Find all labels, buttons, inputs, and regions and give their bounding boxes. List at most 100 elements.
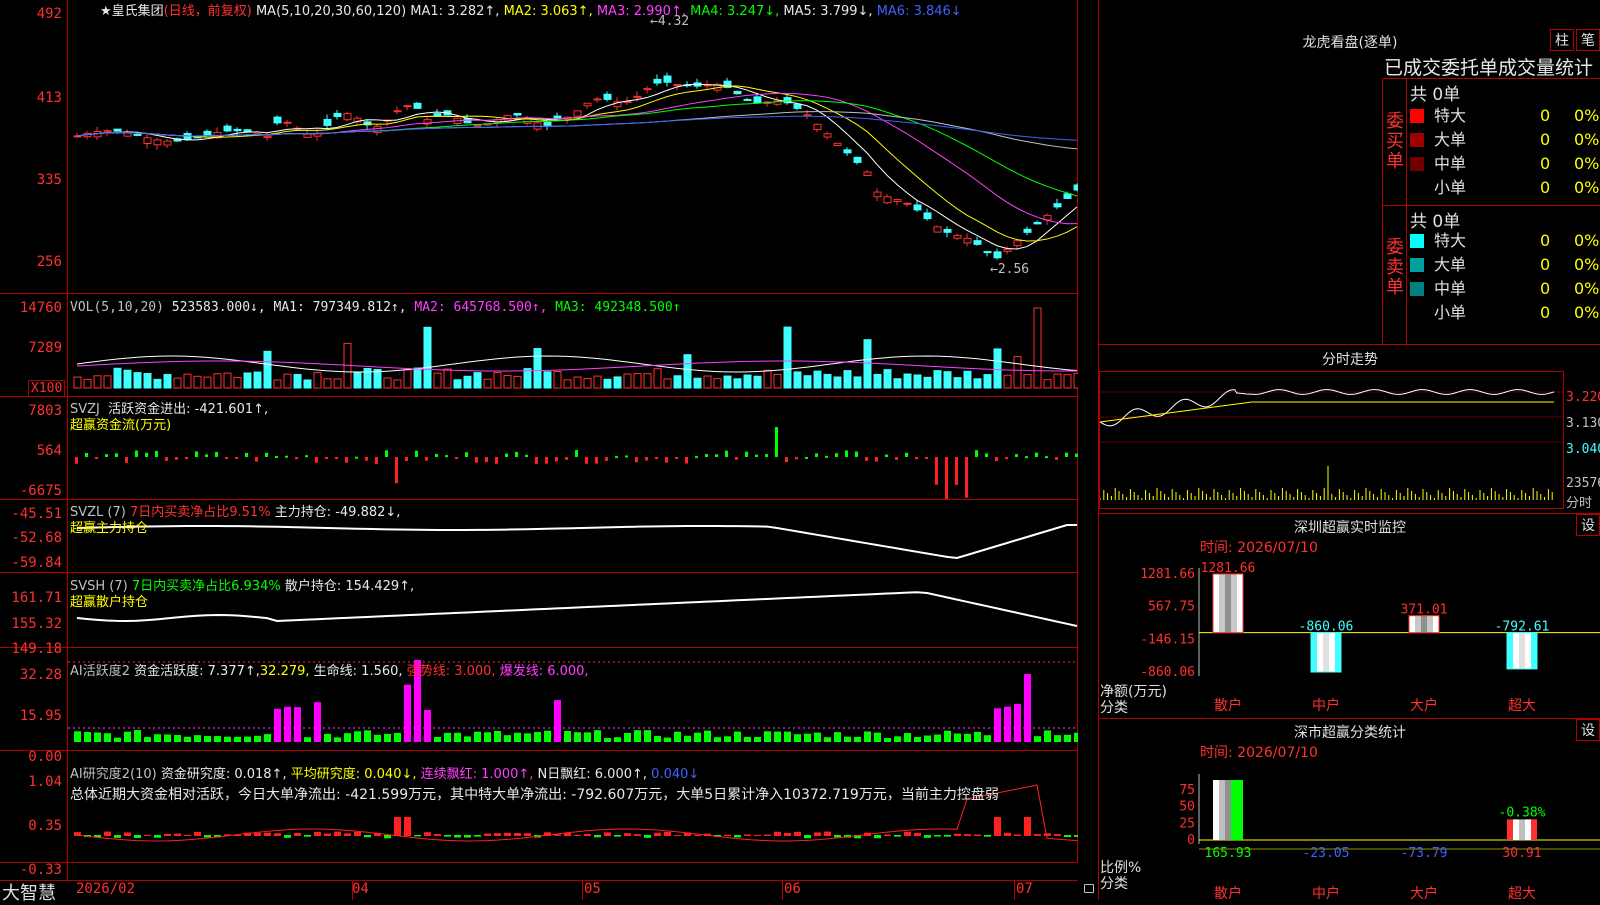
volume-bar xyxy=(273,379,282,389)
date-tick-4 xyxy=(1014,880,1015,900)
svzl-value: 主力持仓: -49.882↓, xyxy=(274,505,401,520)
ai-active-bar xyxy=(784,731,791,742)
svzj-bar xyxy=(385,450,388,457)
monitor-panel-top xyxy=(1099,513,1600,514)
star-icon[interactable]: ★ xyxy=(100,4,112,19)
ai-active-bar xyxy=(1064,734,1071,742)
ai-research-bar xyxy=(804,835,811,839)
candle-body xyxy=(243,129,252,133)
candle-body xyxy=(273,116,282,124)
lock-icon[interactable] xyxy=(1084,884,1094,893)
candle-body xyxy=(593,98,602,101)
candle-body xyxy=(223,125,232,132)
classify-settings-button[interactable]: 设 xyxy=(1576,719,1600,741)
candle-body xyxy=(733,90,742,95)
volume-bar xyxy=(913,374,922,389)
candle-body xyxy=(413,102,422,109)
ai-research-bar xyxy=(474,835,481,837)
bar-stripe xyxy=(1219,574,1225,633)
bar-category-label: 中户 xyxy=(1312,885,1340,900)
volume-bar xyxy=(493,371,502,389)
ai-research-bar xyxy=(124,832,131,836)
svzj-bar xyxy=(1045,456,1048,459)
ai-research-bar xyxy=(1044,833,1051,836)
ai-active-bar xyxy=(94,732,101,742)
bar-stripe xyxy=(1237,574,1243,633)
tick-mode-button[interactable]: 笔 xyxy=(1576,29,1600,51)
ai-research-bar xyxy=(134,835,141,838)
ai-active-bar xyxy=(344,733,351,742)
ai-active-bar xyxy=(324,733,331,742)
app-logo[interactable]: 大智慧 xyxy=(2,879,56,905)
ai-active-bar xyxy=(364,730,371,742)
ai-active-bar xyxy=(694,732,701,742)
volume-bar xyxy=(313,372,322,389)
buy-order-row: 小单 0 0% xyxy=(1408,176,1600,200)
date-axis-bar xyxy=(0,880,1078,901)
period-label[interactable]: (日线，前复权) xyxy=(164,4,252,19)
ai-research-bar xyxy=(1064,835,1071,837)
ai-research-bar xyxy=(604,832,611,836)
kline-chart[interactable] xyxy=(68,0,1078,293)
svzj-bar xyxy=(285,455,288,458)
svzj-bar xyxy=(135,450,138,457)
ai-active-bar xyxy=(764,731,771,742)
volume-bar xyxy=(933,370,942,389)
bar-value-label: -23.05 xyxy=(1303,846,1350,861)
bar-mode-button[interactable]: 柱 xyxy=(1550,29,1574,51)
volume-bar xyxy=(583,378,592,389)
ai-research-bar xyxy=(504,832,511,836)
candle-body xyxy=(473,124,482,127)
ai-active-bar xyxy=(1034,736,1041,742)
candle-body xyxy=(803,114,812,117)
ai-research-d: N日飘红: 6.000↑, xyxy=(537,767,648,782)
svzj-bar xyxy=(675,457,678,459)
buy-order-row: 特大 0 0% xyxy=(1408,104,1600,128)
svzj-bar xyxy=(505,453,508,457)
candle-body xyxy=(1063,193,1072,199)
buy-order-row-count: 0 xyxy=(1540,130,1551,149)
bar-axis-tick: 50 xyxy=(1179,800,1195,815)
svzj-bar xyxy=(875,457,878,462)
high-price-label: ←4.32 xyxy=(650,14,690,29)
monitor-settings-button[interactable]: 设 xyxy=(1576,514,1600,536)
buy-order-row-name: 中单 xyxy=(1434,154,1467,173)
svzj-bar xyxy=(165,457,168,461)
ai-research-bar xyxy=(314,831,321,836)
intraday-chart[interactable] xyxy=(1100,372,1563,508)
bar-stripe xyxy=(1421,615,1427,633)
candle-body xyxy=(853,156,862,163)
svzj-bar xyxy=(185,457,188,459)
monitor-bar-chart[interactable]: 1281.66 567.75 -146.15 -860.06 1281.66 散户 -860… xyxy=(1099,554,1600,714)
candle-body xyxy=(263,135,272,138)
classify-bar-chart[interactable]: 75 5025 0 165.93 散户 -23.05 中户 -73.79 大户 30.91 超大 -0… xyxy=(1099,760,1600,900)
ai-active-bar xyxy=(634,730,641,742)
svzj-name: SVZJ xyxy=(70,402,100,417)
volume-bar xyxy=(563,379,572,389)
sell-order-row-name: 特大 xyxy=(1434,231,1467,250)
svzj-bar xyxy=(545,457,548,464)
volume-bar xyxy=(643,373,652,389)
volume-bar xyxy=(483,378,492,389)
svzj-bar xyxy=(455,457,458,459)
volume-bar xyxy=(303,379,312,389)
svzj-bar xyxy=(235,457,238,459)
ai-active-bar xyxy=(384,733,391,742)
color-swatch-icon xyxy=(1410,282,1424,296)
ai-active-bar xyxy=(904,733,911,742)
svzj-bar xyxy=(535,457,538,464)
ai-active-bar xyxy=(314,702,321,742)
ai-active-bar xyxy=(1054,735,1061,742)
ai-research-bar xyxy=(644,835,651,838)
ai-research-bar xyxy=(894,835,901,837)
svzj-bar xyxy=(595,457,598,464)
candle-body xyxy=(943,228,952,233)
svzj-bar xyxy=(805,456,808,459)
color-swatch-icon xyxy=(1410,109,1424,123)
bar-axis-tick: 0 xyxy=(1187,833,1195,848)
svzj-bar xyxy=(85,452,88,457)
sell-order-label: 委卖单 xyxy=(1386,237,1404,298)
ai-research-bar xyxy=(274,833,281,836)
bar-stripe xyxy=(1531,632,1537,669)
buy-order-row-pct: 0% xyxy=(1574,130,1600,149)
